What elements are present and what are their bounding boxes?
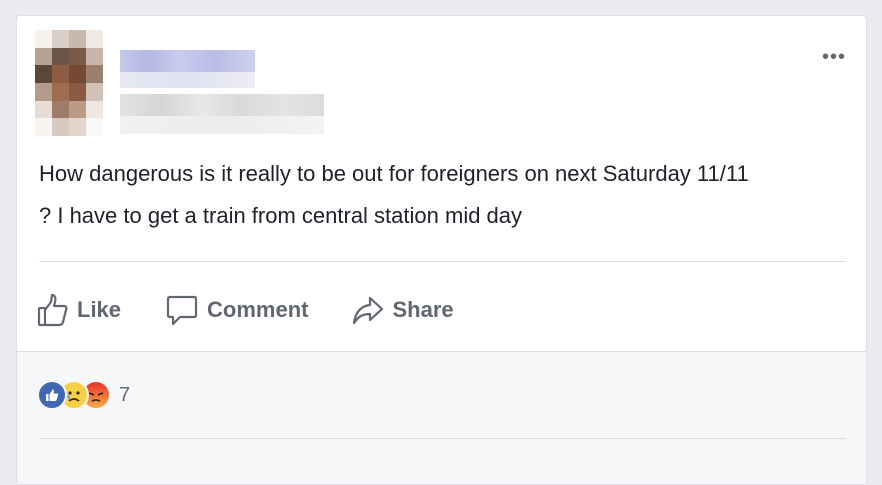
post-meta-redacted-shadow bbox=[120, 116, 324, 134]
reaction-count[interactable]: 7 bbox=[119, 384, 130, 407]
like-label: Like bbox=[77, 297, 122, 322]
post-text-line: ? I have to get a train from central sta… bbox=[39, 203, 523, 228]
share-label: Share bbox=[392, 297, 454, 322]
post-text-line: How dangerous is it really to be out for… bbox=[39, 161, 749, 186]
share-arrow-icon bbox=[352, 294, 384, 326]
author-name-redacted[interactable] bbox=[120, 50, 255, 72]
share-button[interactable]: Share bbox=[352, 294, 454, 326]
post-meta-redacted bbox=[120, 94, 324, 116]
thumbs-up-icon bbox=[37, 292, 69, 328]
divider bbox=[39, 438, 846, 439]
reactions-summary[interactable]: 7 bbox=[37, 380, 130, 410]
more-options-icon[interactable]: ••• bbox=[822, 47, 846, 67]
divider bbox=[39, 261, 846, 262]
reactions-footer: 7 bbox=[17, 351, 866, 484]
like-reaction-icon bbox=[37, 380, 67, 410]
post-text: How dangerous is it really to be out for… bbox=[39, 153, 849, 237]
like-button[interactable]: Like bbox=[37, 292, 121, 328]
action-bar: Like Comment Share bbox=[37, 290, 454, 330]
author-name-redacted-shadow bbox=[120, 72, 255, 88]
avatar[interactable] bbox=[35, 30, 103, 136]
comment-button[interactable]: Comment bbox=[165, 293, 308, 327]
post-card: ••• How dangerous is it really to be out… bbox=[16, 15, 867, 485]
comment-label: Comment bbox=[207, 297, 309, 322]
speech-bubble-icon bbox=[165, 293, 199, 327]
